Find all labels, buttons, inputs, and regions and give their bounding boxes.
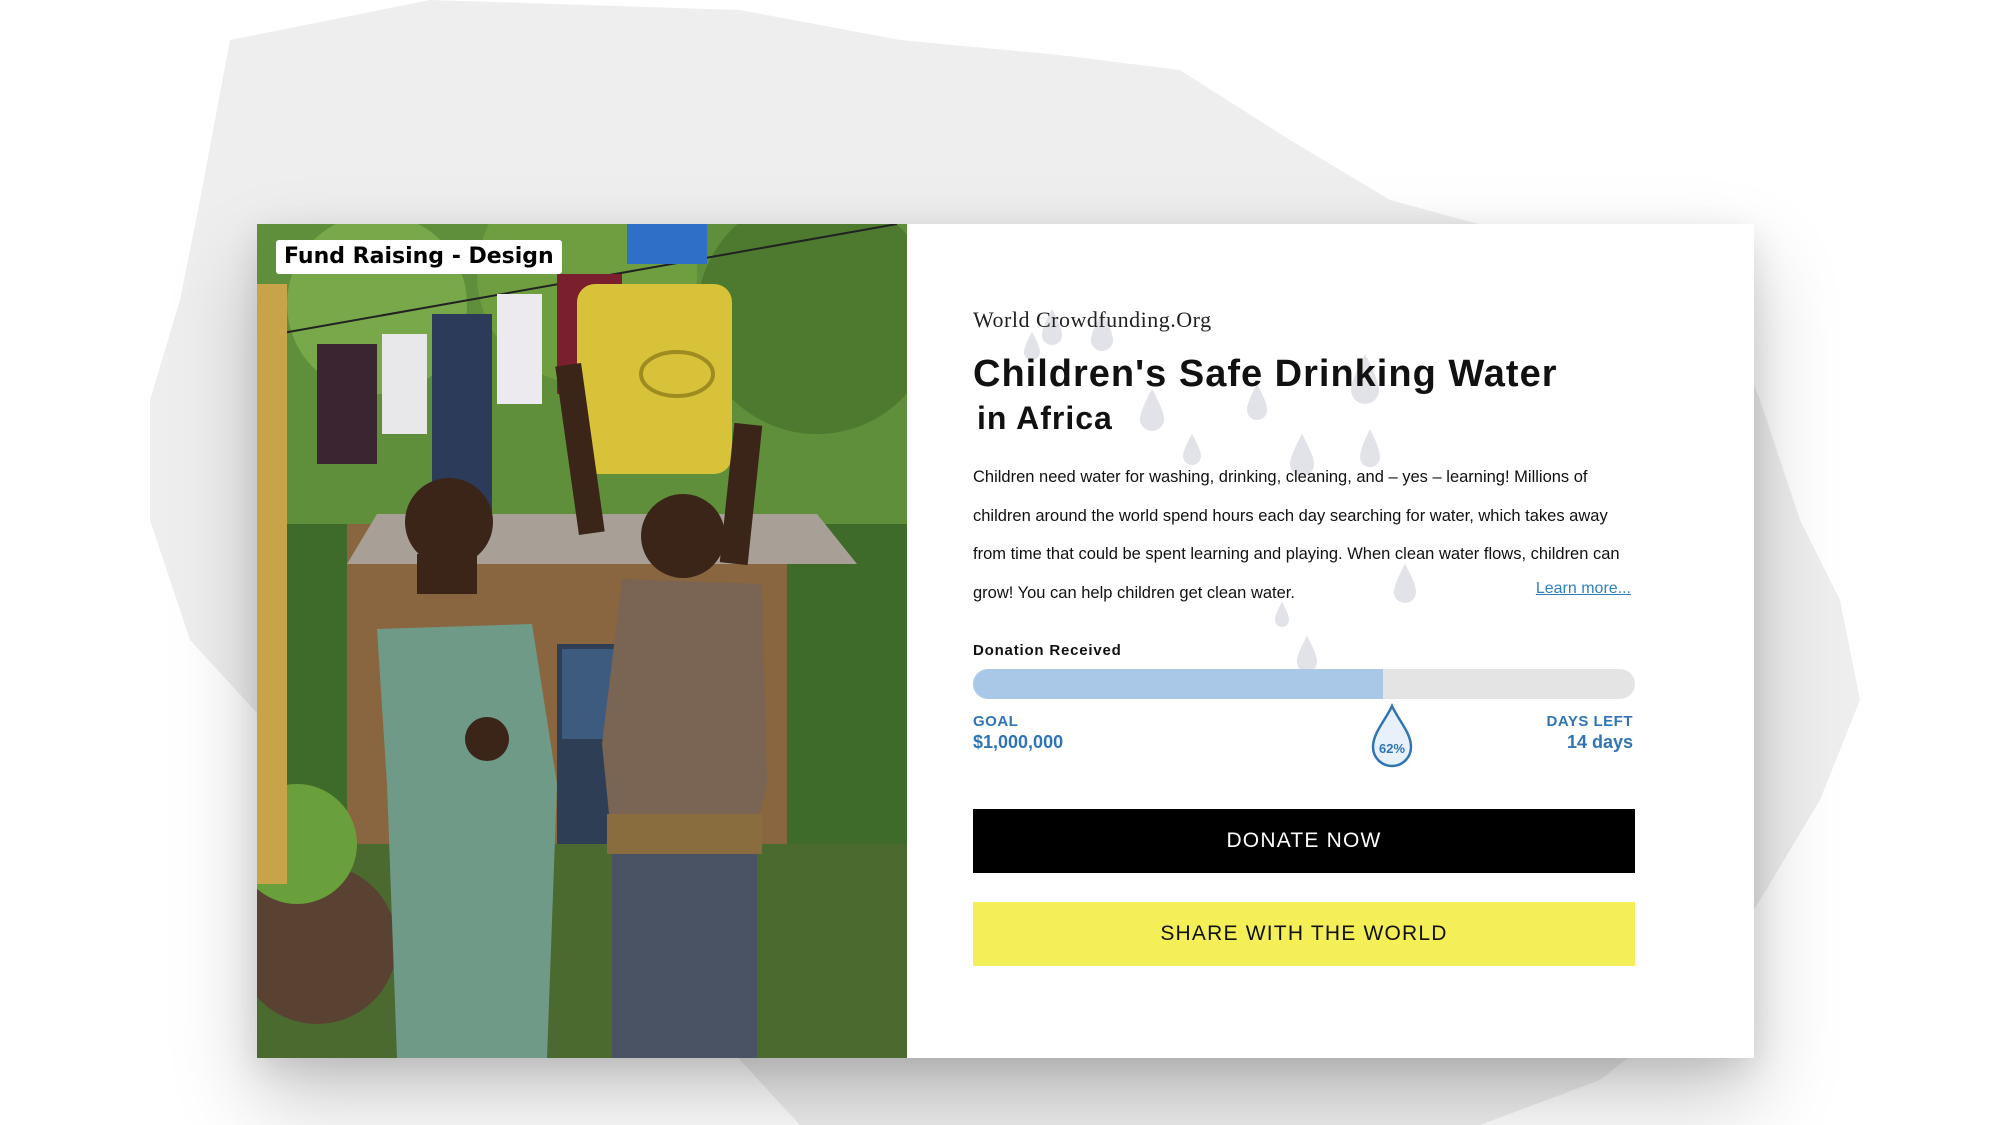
title-line-2: in Africa — [977, 400, 1113, 436]
campaign-card: Fund Raising - Design World Crowdfunding… — [257, 224, 1754, 1058]
goal-block: GOAL $1,000,000 — [973, 713, 1063, 753]
donation-progress-fill — [973, 669, 1384, 699]
campaign-title: Children's Safe Drinking Water in Africa — [973, 352, 1635, 440]
hero-photo: Fund Raising - Design — [257, 224, 907, 1058]
days-left-block: DAYS LEFT 14 days — [1547, 713, 1633, 753]
learn-more-link[interactable]: Learn more... — [1536, 570, 1631, 609]
share-with-world-button[interactable]: SHARE WITH THE WORLD — [973, 902, 1635, 966]
campaign-details: World Crowdfunding.Org Children's Safe D… — [973, 306, 1635, 966]
donation-stats: GOAL $1,000,000 62% DAYS LEFT 14 days — [973, 703, 1635, 785]
donate-now-button[interactable]: DONATE NOW — [973, 809, 1635, 873]
title-line-1: Children's Safe Drinking Water — [973, 353, 1558, 395]
goal-label: GOAL — [973, 713, 1019, 730]
children-photo-illustration — [257, 224, 907, 1058]
donation-progress-bar — [973, 669, 1635, 699]
progress-percent-text: 62% — [1379, 741, 1405, 756]
goal-value: $1,000,000 — [973, 732, 1064, 752]
organization-name: World Crowdfunding.Org — [973, 307, 1212, 332]
days-left-label: DAYS LEFT — [1546, 713, 1633, 730]
campaign-description: Children need water for washing, drinkin… — [973, 468, 1620, 602]
donation-received-label: Donation Received — [973, 642, 1122, 659]
progress-drop-icon: 62% — [1371, 703, 1413, 768]
days-left-value: 14 days — [1566, 732, 1633, 752]
campaign-description-block: Children need water for washing, drinkin… — [973, 458, 1635, 612]
fund-raising-tag: Fund Raising - Design — [276, 240, 562, 274]
